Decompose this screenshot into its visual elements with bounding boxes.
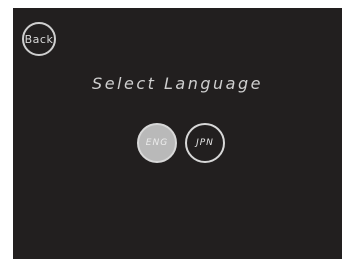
- page-title: Select Language: [92, 74, 263, 93]
- back-button[interactable]: Back: [22, 22, 56, 56]
- language-option-eng[interactable]: ENG: [137, 123, 177, 163]
- language-screen: Back Select Language ENG JPN: [13, 8, 342, 259]
- language-option-jpn[interactable]: JPN: [185, 123, 225, 163]
